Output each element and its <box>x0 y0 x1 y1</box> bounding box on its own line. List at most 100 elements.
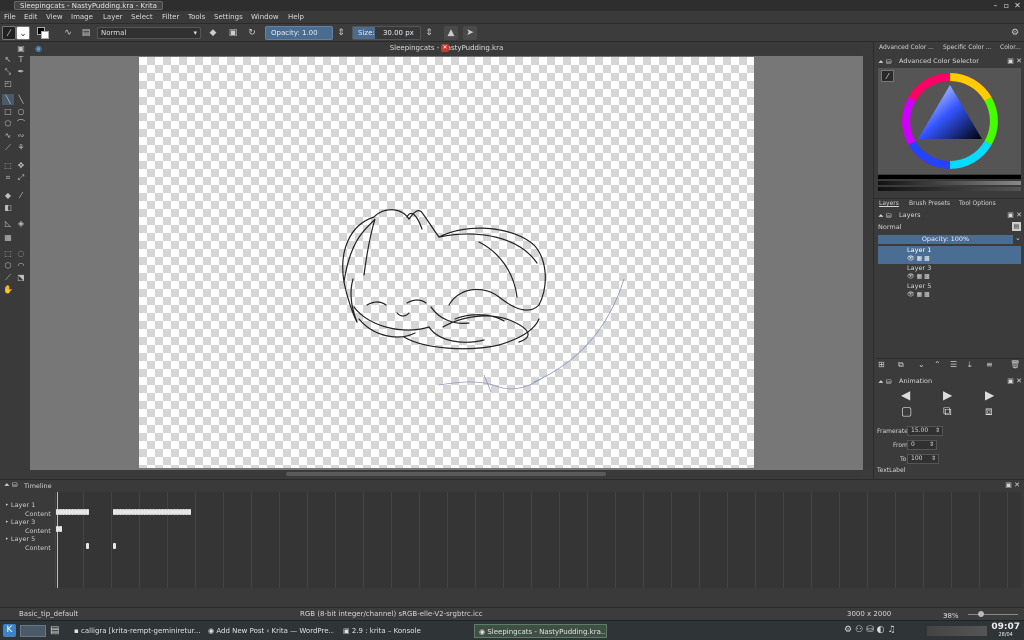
task-krita[interactable]: ◉ Sleepingcats - NastyPudding.kra... <box>474 624 607 638</box>
move-down-icon[interactable]: ⌄ <box>918 360 925 369</box>
menu-filter[interactable]: Filter <box>162 13 179 22</box>
eraser-mode-icon[interactable]: ◆ <box>206 26 220 40</box>
blend-mode-select[interactable]: Normal ▾ <box>97 27 201 39</box>
color-picker-icon[interactable]: ⁄ <box>15 190 27 201</box>
layer-menu-icon[interactable]: ≡ <box>986 360 993 369</box>
tab-advanced-color[interactable]: Advanced Color ... <box>879 44 934 51</box>
reload-preset-icon[interactable]: ↻ <box>245 26 259 40</box>
color-wheel[interactable] <box>902 73 998 169</box>
canvas-vertical-scrollbar[interactable] <box>863 56 872 470</box>
close-icon[interactable]: ✕ <box>1013 1 1022 10</box>
freehand-path-icon[interactable]: ∾ <box>15 130 27 141</box>
layer-visibility-icon[interactable]: 👁 ▦ ▩ <box>907 273 930 280</box>
color-scale-bar[interactable] <box>878 187 1021 191</box>
layer-visibility-icon[interactable]: 👁 ▦ ▩ <box>907 255 930 262</box>
color-selector-panel[interactable]: ⁄ <box>878 68 1021 174</box>
ellipse-select-icon[interactable]: ◌ <box>15 248 27 259</box>
gradient-icon[interactable]: ⌄ <box>16 26 30 40</box>
ellipse-tool-icon[interactable]: ○ <box>15 106 27 117</box>
tab-layers[interactable]: Layers <box>879 200 899 207</box>
multibrush-icon[interactable]: ⚘ <box>15 142 27 153</box>
menu-image[interactable]: Image <box>71 13 93 22</box>
pager-icon[interactable] <box>20 625 46 637</box>
rect-select-icon[interactable]: ⬚ <box>2 248 14 259</box>
keyframe[interactable] <box>113 543 116 549</box>
spin-icon[interactable]: ⇕ <box>929 441 934 449</box>
menu-view[interactable]: View <box>46 13 63 22</box>
move-up-icon[interactable]: ⌃ <box>934 360 941 369</box>
calligraphy-icon[interactable]: ✒ <box>15 66 27 77</box>
zoom-slider-handle[interactable] <box>978 611 984 617</box>
canvas-horizontal-scrollbar[interactable] <box>30 470 863 478</box>
next-frame-icon[interactable]: ▶ <box>985 388 994 402</box>
tab-brush-presets[interactable]: Brush Presets <box>909 200 950 207</box>
dock-float-close-icon[interactable]: ▣ ✕ <box>1005 481 1020 489</box>
duplicate-layer-icon[interactable]: ⧉ <box>898 360 904 370</box>
pan-tool-icon[interactable]: ✋ <box>2 284 14 295</box>
canvas[interactable] <box>139 57 754 468</box>
merge-down-icon[interactable]: ⤓ <box>968 360 972 370</box>
contiguous-select-icon[interactable]: ⟋ <box>2 272 14 283</box>
from-input[interactable]: 0 ⇕ <box>907 440 937 450</box>
add-keyframe-icon[interactable]: ⧉ <box>943 404 952 419</box>
layer-row-layer-1[interactable]: Layer 1 👁 ▦ ▩ <box>878 246 1021 264</box>
show-desktop-icon[interactable]: ▤ <box>50 624 64 638</box>
playhead[interactable] <box>57 492 58 588</box>
menu-edit[interactable]: Edit <box>24 13 38 22</box>
brush-editor-icon[interactable]: ▤ <box>79 26 93 40</box>
clock[interactable]: 09:07 28/04 <box>991 622 1020 638</box>
layer-filter-icon[interactable]: ▤ <box>1012 222 1021 231</box>
lock-icon[interactable]: ⏶ ⛁ <box>878 377 892 387</box>
toolbox-detach-icon[interactable]: ▣ <box>15 43 27 54</box>
stop-icon[interactable]: ▢ <box>901 404 912 418</box>
text-tool-icon[interactable]: T <box>15 54 27 65</box>
document-tab[interactable]: ◉ Sleepingcats - NastyPudding.kra ✕ <box>30 43 863 55</box>
spin-icon[interactable]: ⇕ <box>931 455 936 463</box>
brush-preset-icon[interactable]: ⁄ <box>2 26 16 40</box>
dock-float-close-icon[interactable]: ▣ ✕ <box>1007 376 1022 386</box>
keyframe[interactable] <box>86 509 89 515</box>
system-tray-icons[interactable]: ⚙⚇⛁◐♫ <box>844 625 899 635</box>
polyline-tool-icon[interactable]: ⌒ <box>15 118 27 129</box>
delete-layer-icon[interactable]: 🗑 <box>1010 360 1020 369</box>
play-icon[interactable]: ▶ <box>943 388 952 402</box>
fill-tool-icon[interactable]: ◆ <box>2 190 14 201</box>
color-picker-icon[interactable]: ⁄ <box>881 70 894 82</box>
tab-color[interactable]: Color... <box>1000 44 1021 51</box>
maximize-icon[interactable]: ▫ <box>1002 1 1011 10</box>
color-patches-bar[interactable] <box>878 181 1021 185</box>
lock-icon[interactable]: ⏶ ⛁ <box>4 481 18 490</box>
assistant-tool-icon[interactable]: ◺ <box>2 218 14 229</box>
layer-blend-mode[interactable]: Normal <box>878 222 1008 232</box>
minimize-icon[interactable]: – <box>991 1 1000 10</box>
color-history-bar[interactable] <box>878 175 1021 179</box>
toolbar-settings-icon[interactable]: ⚙ <box>1008 26 1022 40</box>
menu-select[interactable]: Select <box>131 13 153 22</box>
chevron-down-icon[interactable]: ⌄ <box>1015 234 1021 242</box>
add-layer-icon[interactable]: ⊞ <box>878 360 885 369</box>
spin-icon[interactable]: ⇕ <box>935 427 940 435</box>
dynamic-brush-icon[interactable]: ⟋ <box>2 142 14 153</box>
rectangle-tool-icon[interactable]: □ <box>2 106 14 117</box>
lock-icon[interactable]: ⏶ ⛁ <box>878 211 892 221</box>
line-tool-icon[interactable]: ╲ <box>15 94 27 105</box>
colorize-mask-icon[interactable]: ◧ <box>2 202 14 213</box>
polygon-select-icon[interactable]: ⬡ <box>2 260 14 271</box>
move-tool-icon[interactable]: ✥ <box>15 160 27 171</box>
dock-float-close-icon[interactable]: ▣ ✕ <box>1007 210 1022 220</box>
measure-tool-icon[interactable]: ◈ <box>15 218 27 229</box>
polygon-tool-icon[interactable]: ⬠ <box>2 118 14 129</box>
task-calligra[interactable]: ▪ calligra [krita-rempt-geminiretur... <box>70 624 200 638</box>
layer-row-layer-5[interactable]: Layer 5 👁 ▦ ▩ <box>878 282 1021 300</box>
reference-tool-icon[interactable]: ▦ <box>2 232 14 243</box>
similar-select-icon[interactable]: ⬔ <box>15 272 27 283</box>
size-slider[interactable]: Size: 30.00 px <box>352 26 421 40</box>
keyframe[interactable] <box>188 509 191 515</box>
menu-layer[interactable]: Layer <box>103 13 123 22</box>
crop-icon[interactable]: ◰ <box>2 78 14 89</box>
zoom-level[interactable]: 38% ⌄ <box>943 610 959 620</box>
pattern-icon[interactable]: ∿ <box>61 26 75 40</box>
transform-icon[interactable]: ⬚ <box>2 160 14 171</box>
select-shapes-icon[interactable]: ↖ <box>2 54 14 65</box>
canvas-area[interactable] <box>30 56 863 470</box>
